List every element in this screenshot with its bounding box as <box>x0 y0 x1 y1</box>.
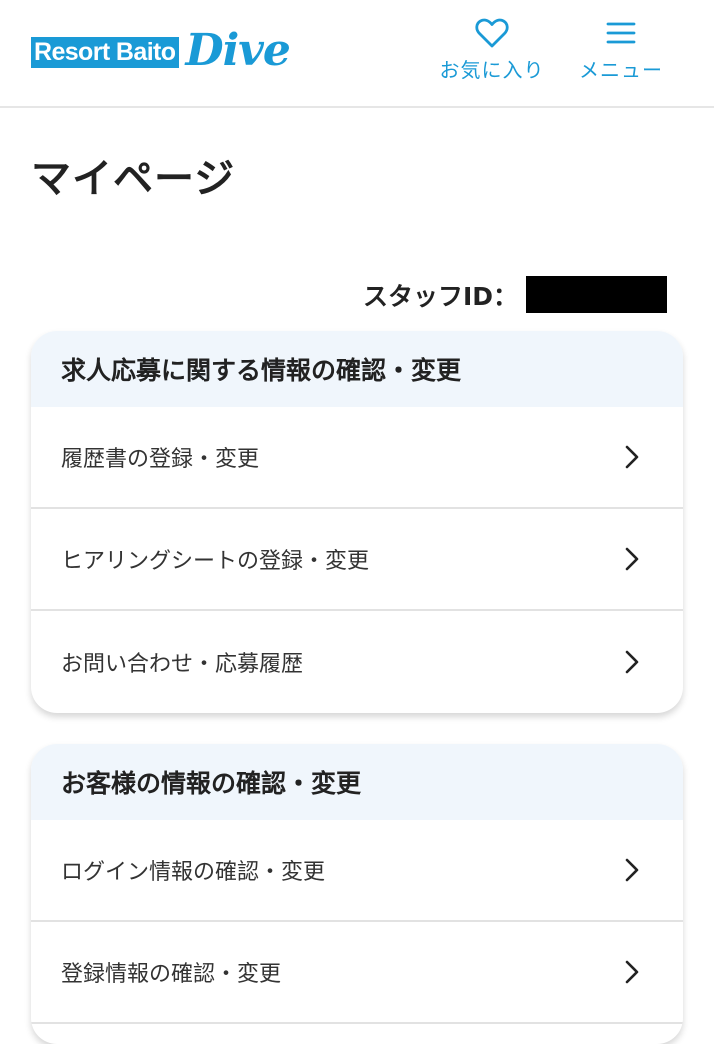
list-item-label: 登録情報の確認・変更 <box>61 962 282 987</box>
chevron-right-icon <box>625 858 639 882</box>
list-item-label: お問い合わせ・応募履歴 <box>61 652 304 677</box>
chevron-right-icon <box>625 960 639 984</box>
logo-box-text: Resort Baito <box>31 36 180 68</box>
chevron-right-icon <box>625 650 639 674</box>
list-item-label: ログイン情報の確認・変更 <box>61 860 326 885</box>
staff-id-redacted-value <box>526 276 667 313</box>
chevron-right-icon <box>625 445 639 469</box>
favorites-button[interactable]: お気に入り <box>440 18 544 83</box>
site-logo[interactable]: Resort Baito Dive <box>31 24 291 78</box>
chevron-right-icon <box>625 547 639 571</box>
customer-info-section: お客様の情報の確認・変更 ログイン情報の確認・変更 登録情報の確認・変更 <box>31 744 683 1044</box>
list-item-label: ヒアリングシートの登録・変更 <box>61 549 370 574</box>
logo-script-text: Dive <box>185 24 290 76</box>
page-title: マイページ <box>31 156 236 202</box>
heart-icon <box>475 18 509 48</box>
login-info-link[interactable]: ログイン情報の確認・変更 <box>31 820 683 922</box>
staff-id: スタッフID： <box>363 276 667 313</box>
inquiry-application-history-link[interactable]: お問い合わせ・応募履歴 <box>31 611 683 713</box>
staff-id-label: スタッフID： <box>362 281 518 311</box>
site-header: Resort Baito Dive お気に入り メニュー <box>0 0 714 108</box>
favorites-label: お気に入り <box>439 58 545 82</box>
menu-button[interactable]: メニュー <box>577 18 665 83</box>
hearing-sheet-register-link[interactable]: ヒアリングシートの登録・変更 <box>31 509 683 611</box>
section-title: お客様の情報の確認・変更 <box>31 744 683 820</box>
menu-label: メニュー <box>579 58 663 82</box>
list-item-label: 履歴書の登録・変更 <box>61 447 260 472</box>
registration-info-link[interactable]: 登録情報の確認・変更 <box>31 922 683 1024</box>
job-application-info-section: 求人応募に関する情報の確認・変更 履歴書の登録・変更 ヒアリングシートの登録・変… <box>31 331 683 713</box>
hamburger-icon <box>606 22 636 44</box>
section-title: 求人応募に関する情報の確認・変更 <box>31 331 683 407</box>
resume-register-link[interactable]: 履歴書の登録・変更 <box>31 407 683 509</box>
